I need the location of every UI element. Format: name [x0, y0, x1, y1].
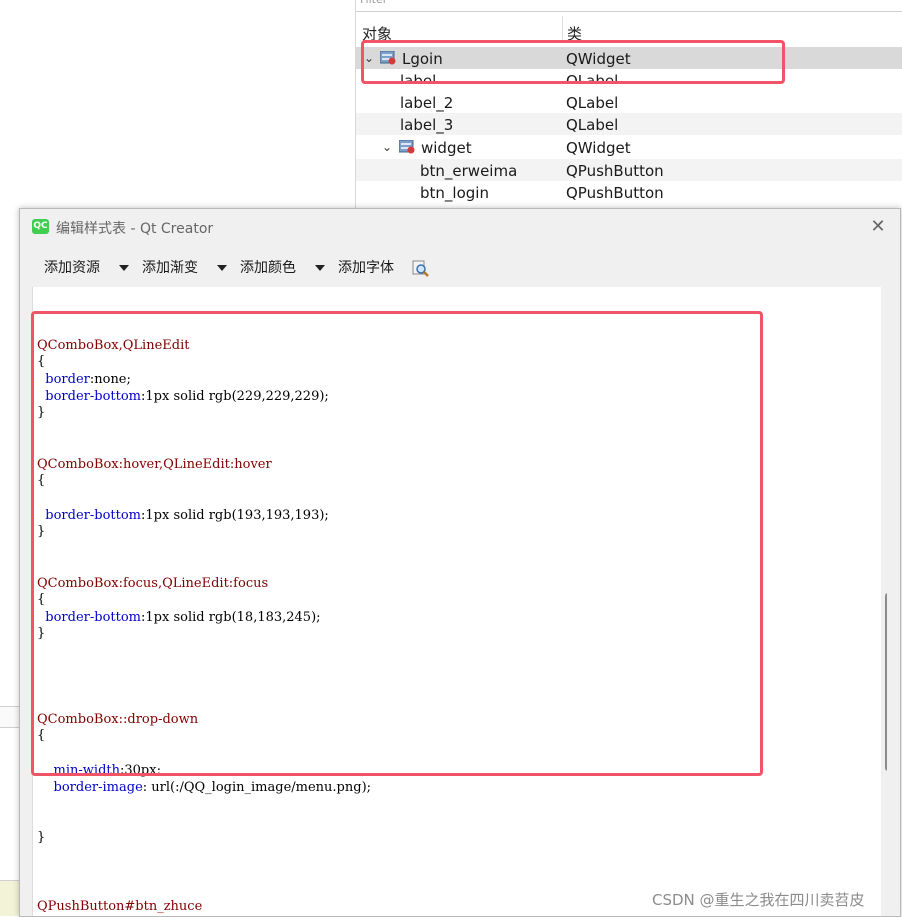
annotation-highlight-box	[31, 311, 763, 776]
add-font-button[interactable]: 添加字体	[338, 257, 394, 279]
object-name: btn_login	[420, 184, 489, 202]
css-selector: QPushButton#btn_zhuce	[37, 899, 203, 914]
tree-row-label-3[interactable]: label_3 QLabel	[356, 113, 902, 135]
object-class: QWidget	[566, 139, 631, 157]
object-name: widget	[421, 139, 472, 157]
dialog-titlebar[interactable]: QC 编辑样式表 - Qt Creator ✕	[20, 209, 900, 245]
css-property: border-image	[53, 780, 143, 795]
scrollbar-thumb[interactable]	[885, 593, 887, 771]
tree-row-label-2[interactable]: label_2 QLabel	[356, 91, 902, 113]
object-class: QPushButton	[566, 184, 664, 202]
qt-creator-app-icon: QC	[32, 219, 49, 234]
filter-input[interactable]: Filter	[356, 0, 902, 12]
object-class: QLabel	[566, 116, 619, 134]
code-line: QPushButton#btn_zhuce	[37, 898, 202, 915]
tree-row-btn-login[interactable]: btn_login QPushButton	[356, 181, 902, 203]
stylesheet-toolbar: 添加资源 添加渐变 添加颜色 添加字体	[20, 253, 900, 283]
watermark-text: CSDN @重生之我在四川卖苕皮	[652, 891, 865, 909]
code-line: border-image: url(:/QQ_login_image/menu.…	[37, 779, 372, 796]
add-gradient-button[interactable]: 添加渐变	[142, 257, 198, 279]
css-value: : url(:/QQ_login_image/menu.png);	[142, 780, 372, 795]
add-resource-dropdown-icon[interactable]	[118, 257, 130, 279]
tree-row-widget[interactable]: ⌄ widget QWidget	[356, 136, 902, 158]
widget-icon	[399, 140, 415, 154]
object-class: QLabel	[566, 94, 619, 112]
object-class: QPushButton	[566, 162, 664, 180]
object-inspector: Filter 对象 类 ⌄ Lgoin QWidget label QLabel…	[355, 0, 902, 210]
collapse-arrow-icon[interactable]: ⌄	[382, 136, 392, 158]
column-divider	[562, 16, 563, 42]
object-name: label_3	[400, 116, 454, 134]
magnifier-icon[interactable]	[412, 260, 430, 278]
add-color-dropdown-icon[interactable]	[314, 257, 326, 279]
object-name: label_2	[400, 94, 454, 112]
tree-row-btn-erweima[interactable]: btn_erweima QPushButton	[356, 159, 902, 181]
dialog-title: 编辑样式表 - Qt Creator	[56, 221, 214, 237]
add-gradient-dropdown-icon[interactable]	[216, 257, 228, 279]
object-name: btn_erweima	[420, 162, 518, 180]
code-line: }	[37, 830, 46, 845]
annotation-highlight-box	[361, 40, 785, 84]
add-color-button[interactable]: 添加颜色	[240, 257, 296, 279]
add-resource-button[interactable]: 添加资源	[44, 257, 100, 279]
close-button[interactable]: ✕	[866, 215, 890, 239]
